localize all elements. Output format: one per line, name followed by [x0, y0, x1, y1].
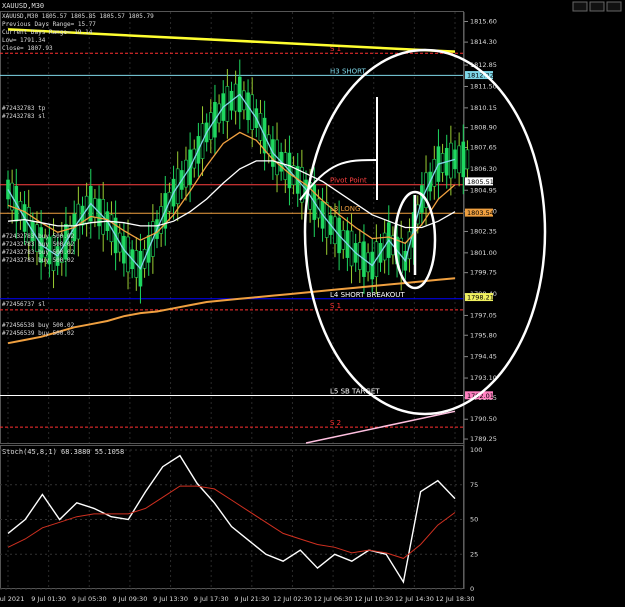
y-tick-label: 1799.75	[470, 269, 497, 277]
candle-body	[465, 149, 470, 170]
info-line: Current Days Range= 19.14	[2, 29, 93, 36]
level-label: H3 SHORT	[330, 67, 367, 75]
order-label: #72456539 buy 500.02	[2, 330, 75, 337]
stoch-y-tick-label: 0	[470, 585, 474, 593]
y-tick-label: 1797.05	[470, 311, 497, 319]
x-tick-label: 9 Jul 17:30	[194, 595, 229, 603]
info-panel: XAUUSD,M30 1805.57 1805.85 1805.57 1805.…	[2, 13, 154, 53]
candle-body	[461, 141, 466, 178]
chart-canvas[interactable]: 8 Jul 2021 9 Jul 01:30 9 Jul 05:30 9 Jul 09…	[0, 0, 625, 607]
window-title: XAUUSD,M30	[2, 2, 45, 10]
x-tick-label: 9 Jul 05:30	[72, 595, 107, 603]
window-control-button[interactable]	[572, 1, 588, 12]
x-tick-label: 8 Jul 2021	[0, 595, 24, 603]
window-control-button[interactable]	[606, 1, 622, 12]
chart-window: 8 Jul 2021 9 Jul 01:30 9 Jul 05:30 9 Jul 09…	[0, 0, 625, 607]
annotation-ellipse	[303, 48, 547, 416]
order-label: #72432783 buy 500.02	[2, 233, 75, 240]
x-tick-label: 12 Jul 02:30	[273, 595, 312, 603]
order-label: #72432783 buy 500.02	[2, 257, 75, 264]
y-tick-label: 1806.30	[470, 165, 497, 173]
x-tick-label: 9 Jul 21:30	[234, 595, 269, 603]
candle-body	[6, 179, 10, 200]
y-tick-label: 1795.80	[470, 331, 497, 339]
y-tick-label: 1794.45	[470, 353, 497, 361]
y-tick-label: 1808.90	[470, 124, 497, 132]
x-tick-label: 9 Jul 13:30	[153, 595, 188, 603]
y-tick-label: 1814.30	[470, 38, 497, 46]
x-tick-label: 12 Jul 14:30	[395, 595, 434, 603]
price-tag-label: 1798.21	[467, 294, 494, 302]
price-tag-label: 1805.51	[467, 178, 494, 186]
y-tick-label: 1815.60	[470, 18, 497, 26]
stoch-title: Stoch(45,8,1) 68.3880 55.1058	[2, 448, 125, 456]
stoch-line	[7, 485, 456, 559]
moving-average-line	[7, 93, 456, 270]
order-label: #72456538 buy 500.02	[2, 322, 75, 329]
y-tick-label: 1790.50	[470, 415, 497, 423]
x-tick-label: 12 Jul 10:30	[354, 595, 393, 603]
price-tag-label: 1803.54	[467, 209, 494, 217]
moving-average-line	[7, 277, 456, 345]
order-label: #72432783 buy 500.02	[2, 241, 75, 248]
y-tick-label: 1802.35	[470, 227, 497, 235]
level-label: Pivot Point	[330, 177, 367, 185]
order-label: #72432783 buy 500.02	[2, 249, 75, 256]
stoch-y-tick-label: 25	[470, 550, 478, 558]
info-line: Close= 1807.93	[2, 45, 53, 52]
order-label: #72432783 tp	[2, 105, 46, 112]
y-tick-label: 1810.15	[470, 104, 497, 112]
x-tick-label: 12 Jul 06:30	[314, 595, 353, 603]
y-tick-label: 1804.95	[470, 186, 497, 194]
y-tick-label: 1801.00	[470, 249, 497, 257]
y-tick-label: 1811.50	[470, 82, 497, 90]
y-tick-label: 1789.25	[470, 435, 497, 443]
x-tick-label: 9 Jul 09:30	[112, 595, 147, 603]
candle-body	[457, 145, 461, 174]
level-label: L4 SHORT BREAKOUT	[330, 291, 405, 299]
stoch-y-tick-label: 50	[470, 516, 478, 524]
x-tick-label: 9 Jul 01:30	[31, 595, 66, 603]
info-symbol-line: XAUUSD,M30 1805.57 1805.85 1805.57 1805.…	[2, 13, 154, 20]
x-tick-label: 12 Jul 18:30	[436, 595, 475, 603]
y-tick-label: 1807.65	[470, 143, 497, 151]
order-label: #72456737 sl	[2, 301, 46, 308]
info-line: Low= 1791.34	[2, 37, 46, 44]
level-label: L5 SB TARGET	[330, 387, 380, 395]
order-label: #72432783 sl	[2, 113, 46, 120]
stoch-line	[7, 454, 456, 584]
stoch-y-tick-label: 75	[470, 481, 478, 489]
level-label: S 2	[330, 419, 341, 427]
window-control-button[interactable]	[589, 1, 605, 12]
info-line: Previous Days Range= 15.77	[2, 21, 96, 28]
level-label: S 1	[330, 302, 341, 310]
stoch-y-tick-label: 100	[470, 446, 482, 454]
